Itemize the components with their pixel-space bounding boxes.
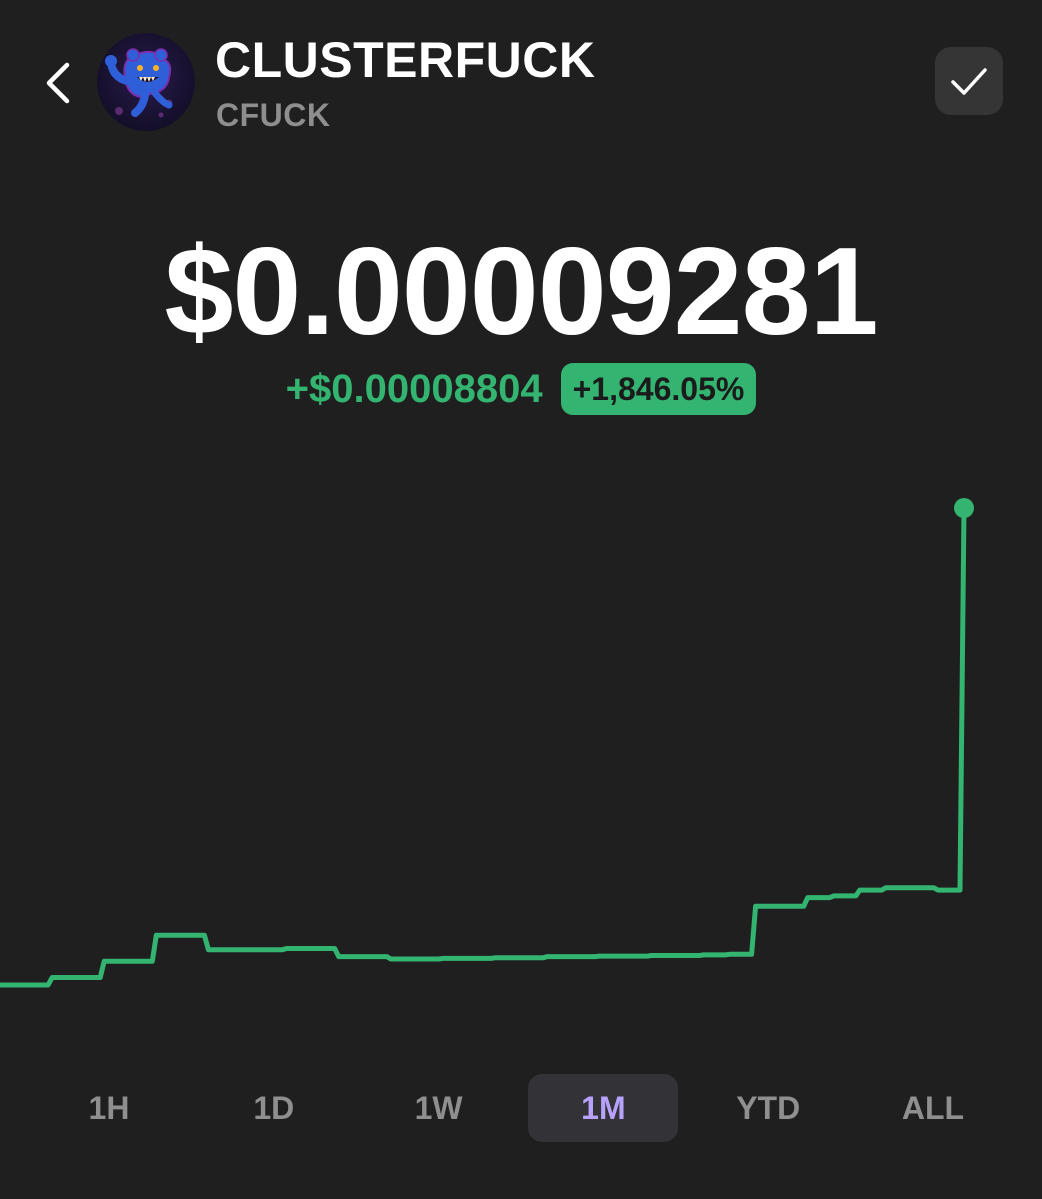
token-name: CLUSTERFUCK [215,32,596,88]
range-tab-1m[interactable]: 1M [528,1074,679,1142]
price-line-end-marker [954,498,974,518]
range-tab-1h[interactable]: 1H [34,1074,184,1142]
range-tab-1w[interactable]: 1W [364,1074,514,1142]
price-chart[interactable] [0,480,1042,1020]
token-avatar [97,33,195,131]
checkmark-icon [951,68,987,95]
token-symbol: CFUCK [216,97,331,133]
price-change-row: +$0.00008804 +1,846.05% [0,362,1042,416]
chevron-left-icon [46,62,70,104]
price-line [0,505,967,988]
range-tab-ytd[interactable]: YTD [693,1074,843,1142]
price-change-percent-badge: +1,846.05% [560,363,757,415]
back-button[interactable] [30,50,86,116]
range-tab-1d[interactable]: 1D [199,1074,349,1142]
range-tab-all[interactable]: ALL [858,1074,1008,1142]
current-price: $0.00009281 [164,223,878,361]
time-range-selector: 1H 1D 1W 1M YTD ALL [34,1074,1008,1142]
price-change-amount: +$0.00008804 [285,367,543,411]
watchlist-button[interactable] [935,47,1003,115]
